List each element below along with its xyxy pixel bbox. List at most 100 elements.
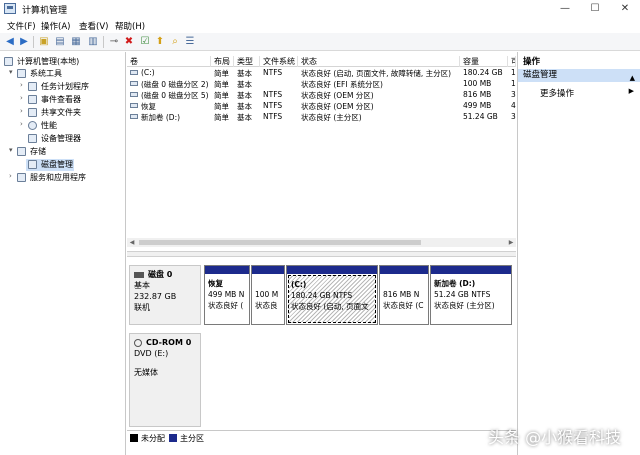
disk-management-pane: 卷 布局 类型 文件系统 状态 容量 可 (C:) 简单 基本 NTFS 状态良… <box>127 52 516 455</box>
help-icon[interactable]: ▥ <box>87 36 99 48</box>
expand-icon[interactable]: › <box>20 107 23 115</box>
table-row[interactable]: (磁盘 0 磁盘分区 5) 简单 基本 NTFS 状态良好 (OEM 分区) 8… <box>127 90 516 101</box>
partition-oem[interactable]: 816 MB N 状态良好 (C <box>379 265 429 325</box>
cell-status: 状态良好 (OEM 分区) <box>301 102 374 111</box>
expand-icon[interactable]: › <box>9 172 12 180</box>
watermark-text: 头条 @小猴看科技 <box>488 428 622 447</box>
show-hide-tree-icon[interactable]: ▤ <box>54 36 66 48</box>
list-view-icon[interactable]: ☰ <box>184 36 196 48</box>
partition-status: 状态良好 ( <box>208 301 244 310</box>
expand-icon[interactable]: ▾ <box>9 146 13 154</box>
tree-item-storage[interactable]: ▾ 存储 <box>0 146 125 158</box>
cell-type: 基本 <box>237 102 252 111</box>
scrollbar-thumb[interactable] <box>139 240 421 245</box>
tree-item-services-apps[interactable]: › 服务和应用程序 <box>0 172 125 184</box>
scroll-left-icon[interactable]: ◀ <box>127 238 137 247</box>
import-icon[interactable]: ⬆ <box>154 36 166 48</box>
cell-status: 状态良好 (启动, 页面文件, 故障转储, 主分区) <box>301 69 452 78</box>
column-type[interactable]: 类型 <box>234 56 260 67</box>
tree-item-label: 计算机管理(本地) <box>17 57 80 66</box>
chevron-right-icon[interactable]: ▶ <box>629 87 634 95</box>
tree-item-label: 设备管理器 <box>41 134 81 143</box>
partition-d[interactable]: 新加卷 (D:) 51.24 GB NTFS 状态良好 (主分区) <box>430 265 512 325</box>
partition-efi[interactable]: 100 M 状态良 <box>251 265 285 325</box>
cdrom-media-status: 无媒体 <box>134 368 158 377</box>
cdrom-name: CD-ROM 0 <box>146 338 192 347</box>
tree-item-shared-folders[interactable]: › 共享文件夹 <box>0 107 125 119</box>
primary-partition-bar <box>287 266 377 274</box>
forward-arrow-icon[interactable]: ▶ <box>18 36 30 48</box>
toolbar-separator <box>103 36 104 48</box>
minimize-button[interactable]: — <box>550 0 580 18</box>
close-button[interactable]: ✕ <box>610 0 640 18</box>
partition-recovery[interactable]: 恢复 499 MB N 状态良好 ( <box>204 265 250 325</box>
menu-view[interactable]: 查看(V) <box>79 20 108 32</box>
cell-volume: (磁盘 0 磁盘分区 2) <box>141 80 209 89</box>
column-capacity[interactable]: 容量 <box>460 56 508 67</box>
expand-icon[interactable]: ▾ <box>9 68 13 76</box>
tree-item-disk-management[interactable]: 磁盘管理 <box>26 159 74 171</box>
more-actions-link[interactable]: 更多操作 <box>540 87 574 99</box>
column-free[interactable]: 可 <box>508 56 516 67</box>
tree-item-device-manager[interactable]: 设备管理器 <box>0 133 125 145</box>
connect-icon[interactable]: ⊸ <box>108 36 120 48</box>
actions-disk-management[interactable]: 磁盘管理 ▲ <box>518 69 640 82</box>
check-icon[interactable]: ☑ <box>139 36 151 48</box>
column-volume[interactable]: 卷 <box>127 56 211 67</box>
up-folder-icon[interactable]: ▣ <box>38 36 50 48</box>
column-status[interactable]: 状态 <box>298 56 460 67</box>
maximize-button[interactable]: ☐ <box>580 0 610 18</box>
legend-primary: 主分区 <box>180 434 204 443</box>
cell-free: 1 <box>511 68 516 77</box>
table-row[interactable]: (C:) 简单 基本 NTFS 状态良好 (启动, 页面文件, 故障转储, 主分… <box>127 68 516 79</box>
volume-icon <box>130 70 138 75</box>
scroll-right-icon[interactable]: ▶ <box>506 238 516 247</box>
partition-size: 100 M <box>255 290 279 299</box>
partition-size: 499 MB N <box>208 290 245 299</box>
primary-partition-bar <box>252 266 284 274</box>
tree-item-computer-management[interactable]: 计算机管理(本地) <box>0 56 125 68</box>
tree-item-system-tools[interactable]: ▾ 系统工具 <box>0 68 125 80</box>
expand-icon[interactable]: › <box>20 120 23 128</box>
expand-icon[interactable]: › <box>20 94 23 102</box>
column-filesystem[interactable]: 文件系统 <box>260 56 298 67</box>
menu-file[interactable]: 文件(F) <box>7 20 36 32</box>
cdrom-icon <box>134 338 142 347</box>
tools-icon <box>17 69 26 78</box>
unallocated-legend-swatch <box>130 434 138 442</box>
primary-partition-bar <box>431 266 511 274</box>
partition-size: 816 MB N <box>383 290 420 299</box>
back-arrow-icon[interactable]: ◀ <box>4 36 16 48</box>
menu-help[interactable]: 帮助(H) <box>115 20 145 32</box>
volume-list-header: 卷 布局 类型 文件系统 状态 容量 可 <box>127 55 516 67</box>
tree-item-label: 共享文件夹 <box>41 108 81 117</box>
properties-icon[interactable]: ▦ <box>70 36 82 48</box>
table-row[interactable]: 新加卷 (D:) 简单 基本 NTFS 状态良好 (主分区) 51.24 GB … <box>127 112 516 123</box>
menu-action[interactable]: 操作(A) <box>41 20 70 32</box>
cell-layout: 简单 <box>214 102 229 111</box>
volume-icon <box>130 92 138 97</box>
cell-status: 状态良好 (OEM 分区) <box>301 91 374 100</box>
cdrom-0-label[interactable]: CD-ROM 0 DVD (E:) 无媒体 <box>129 333 201 427</box>
search-folder-icon[interactable]: ⌕ <box>169 36 181 48</box>
partition-status: 状态良好 (启动, 页面文 <box>291 302 369 311</box>
cell-layout: 简单 <box>214 113 229 122</box>
tree-item-event-viewer[interactable]: › 事件查看器 <box>0 94 125 106</box>
partition-c[interactable]: (C:) 180.24 GB NTFS 状态良好 (启动, 页面文 <box>286 265 378 325</box>
tree-item-task-scheduler[interactable]: › 任务计划程序 <box>0 81 125 93</box>
horizontal-scrollbar[interactable]: ◀ ▶ <box>127 238 516 247</box>
table-row[interactable]: 恢复 简单 基本 NTFS 状态良好 (OEM 分区) 499 MB 4 <box>127 101 516 112</box>
column-layout[interactable]: 布局 <box>211 56 234 67</box>
cell-free: 1 <box>511 79 516 88</box>
collapse-up-icon[interactable]: ▲ <box>630 72 635 85</box>
toolbar: ◀ ▶ ▣ ▤ ▦ ▥ ⊸ ✖ ☑ ⬆ ⌕ ☰ <box>0 33 640 51</box>
partition-title <box>255 278 281 289</box>
delete-icon[interactable]: ✖ <box>123 36 135 48</box>
table-row[interactable]: (磁盘 0 磁盘分区 2) 简单 基本 状态良好 (EFI 系统分区) 100 … <box>127 79 516 90</box>
expand-icon[interactable]: › <box>20 81 23 89</box>
storage-icon <box>17 147 26 156</box>
actions-section-label: 磁盘管理 <box>523 70 558 80</box>
tree-item-performance[interactable]: › 性能 <box>0 120 125 132</box>
disk-0-label[interactable]: 磁盘 0 基本 232.87 GB 联机 <box>129 265 201 325</box>
cell-volume: (磁盘 0 磁盘分区 5) <box>141 91 209 100</box>
